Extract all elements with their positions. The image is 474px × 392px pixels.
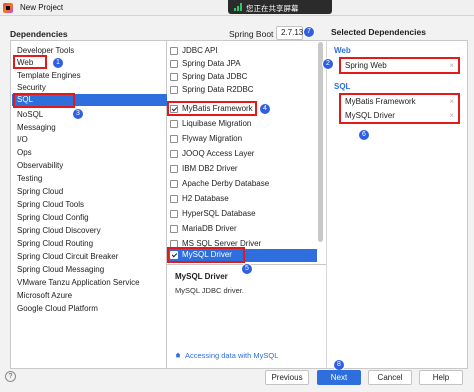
cancel-button[interactable]: Cancel	[368, 370, 412, 385]
help-button[interactable]: Help	[419, 370, 463, 385]
dependency-label: Liquibase Migration	[182, 119, 252, 128]
annotation-badge-2: 2	[322, 58, 334, 70]
screen-share-indicator[interactable]: 您正在共享屏幕	[228, 0, 332, 14]
description-title: MySQL Driver	[175, 272, 228, 281]
checkbox[interactable]	[170, 73, 178, 81]
checkbox[interactable]	[170, 120, 178, 128]
checkbox[interactable]	[170, 150, 178, 158]
category-item[interactable]: Spring Cloud	[17, 186, 63, 198]
annotation-badge-7: 7	[303, 26, 315, 38]
category-item[interactable]: Google Cloud Platform	[17, 303, 98, 315]
dependency-scrollbar[interactable]	[318, 42, 323, 242]
checkbox[interactable]	[170, 47, 178, 55]
highlight-box-web	[13, 55, 47, 69]
dependency-label: IBM DB2 Driver	[182, 164, 238, 173]
dependencies-heading: Dependencies	[10, 29, 68, 39]
dependency-label: Spring Data JDBC	[182, 72, 248, 81]
intellij-icon	[3, 3, 13, 13]
window-title: New Project	[20, 3, 64, 12]
dependency-label: HyperSQL Database	[182, 209, 256, 218]
annotation-badge-4: 4	[259, 103, 271, 115]
dependency-label: JDBC API	[182, 46, 218, 55]
highlight-box-sql-selected	[339, 93, 460, 124]
highlight-box-mysql	[167, 247, 245, 263]
checkbox[interactable]	[170, 165, 178, 173]
category-item[interactable]: Spring Cloud Discovery	[17, 225, 101, 237]
dependency-label: Spring Data JPA	[182, 59, 241, 68]
category-item[interactable]: Template Engines	[17, 70, 81, 82]
category-item[interactable]: Spring Cloud Config	[17, 212, 89, 224]
highlight-box-sql	[13, 93, 75, 108]
home-icon	[175, 352, 181, 358]
category-item[interactable]: Observability	[17, 160, 63, 172]
dependency-label: Apache Derby Database	[182, 179, 270, 188]
description-text: MySQL JDBC driver.	[175, 286, 244, 295]
annotation-badge-1: 1	[52, 57, 64, 69]
spring-boot-label: Spring Boot	[229, 29, 274, 39]
signal-bars-icon	[234, 3, 243, 11]
category-item[interactable]: Microsoft Azure	[17, 290, 72, 302]
checkbox[interactable]	[170, 225, 178, 233]
annotation-badge-5: 5	[241, 263, 253, 275]
highlight-box-spring-web	[339, 57, 460, 74]
category-item[interactable]: VMware Tanzu Application Service	[17, 277, 140, 289]
spring-boot-version-select[interactable]: 2.7.13	[276, 26, 303, 40]
checkbox[interactable]	[170, 210, 178, 218]
selected-group-web: Web	[334, 46, 351, 55]
category-item[interactable]: I/O	[17, 134, 28, 146]
next-button[interactable]: Next	[317, 370, 361, 385]
category-item[interactable]: Spring Cloud Messaging	[17, 264, 104, 276]
help-icon[interactable]: ?	[5, 371, 16, 382]
checkbox[interactable]	[170, 195, 178, 203]
category-item[interactable]: NoSQL	[17, 109, 43, 121]
title-bar: New Project 您正在共享屏幕	[0, 0, 474, 16]
selected-group-sql: SQL	[334, 82, 351, 91]
checkbox[interactable]	[170, 135, 178, 143]
category-item[interactable]: Messaging	[17, 122, 56, 134]
dependency-label: H2 Database	[182, 194, 229, 203]
selected-dependencies-heading: Selected Dependencies	[331, 27, 426, 37]
highlight-box-mybatis	[167, 101, 257, 116]
dependency-label: Flyway Migration	[182, 134, 243, 143]
dependency-label: Spring Data R2DBC	[182, 85, 254, 94]
annotation-badge-3: 3	[72, 108, 84, 120]
guide-link-label: Accessing data with MySQL	[185, 351, 279, 360]
dependency-label: MariaDB Driver	[182, 224, 237, 233]
category-item[interactable]: Testing	[17, 173, 42, 185]
checkbox[interactable]	[170, 86, 178, 94]
category-item[interactable]: Spring Cloud Circuit Breaker	[17, 251, 118, 263]
checkbox[interactable]	[170, 180, 178, 188]
checkbox[interactable]	[170, 60, 178, 68]
annotation-badge-6: 6	[358, 129, 370, 141]
previous-button[interactable]: Previous	[265, 370, 309, 385]
category-item[interactable]: Ops	[17, 147, 32, 159]
category-item[interactable]: Spring Cloud Routing	[17, 238, 93, 250]
screen-share-label: 您正在共享屏幕	[246, 4, 299, 13]
category-item[interactable]: Spring Cloud Tools	[17, 199, 84, 211]
dependency-label: JOOQ Access Layer	[182, 149, 255, 158]
